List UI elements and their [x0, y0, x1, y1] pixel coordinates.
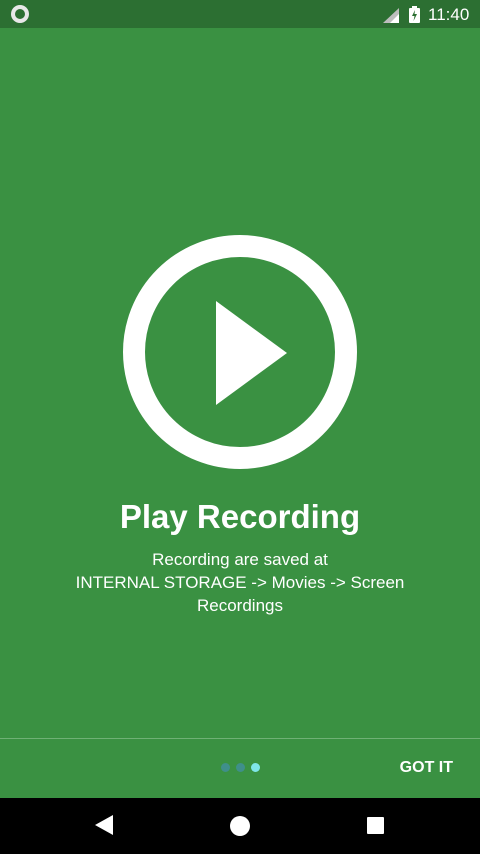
- page-dot-1: [221, 763, 230, 772]
- recents-icon[interactable]: [367, 817, 384, 834]
- page-dot-3-active: [251, 763, 260, 772]
- description-line-2: INTERNAL STORAGE -> Movies -> Screen Rec…: [75, 573, 405, 615]
- onboarding-title: Play Recording: [119, 498, 361, 535]
- status-bar: 11:40: [0, 0, 480, 28]
- page-dot-2: [236, 763, 245, 772]
- play-circle-icon: [123, 235, 357, 469]
- navigation-bar: [0, 798, 480, 854]
- back-icon[interactable]: [95, 815, 113, 835]
- status-time: 11:40: [428, 5, 470, 24]
- got-it-button[interactable]: GOT IT: [400, 759, 453, 777]
- battery-charging-icon: [409, 6, 420, 23]
- onboarding-description: Recording are saved at INTERNAL STORAGE …: [40, 548, 440, 617]
- description-line-1: Recording are saved at: [152, 550, 328, 569]
- bottom-bar: GOT IT: [0, 739, 480, 798]
- onboarding-page[interactable]: Play Recording Recording are saved at IN…: [0, 28, 480, 738]
- cell-signal-icon: [383, 8, 399, 23]
- notification-circle-icon: [11, 5, 29, 23]
- home-icon[interactable]: [230, 816, 250, 836]
- page-indicator: [221, 763, 260, 773]
